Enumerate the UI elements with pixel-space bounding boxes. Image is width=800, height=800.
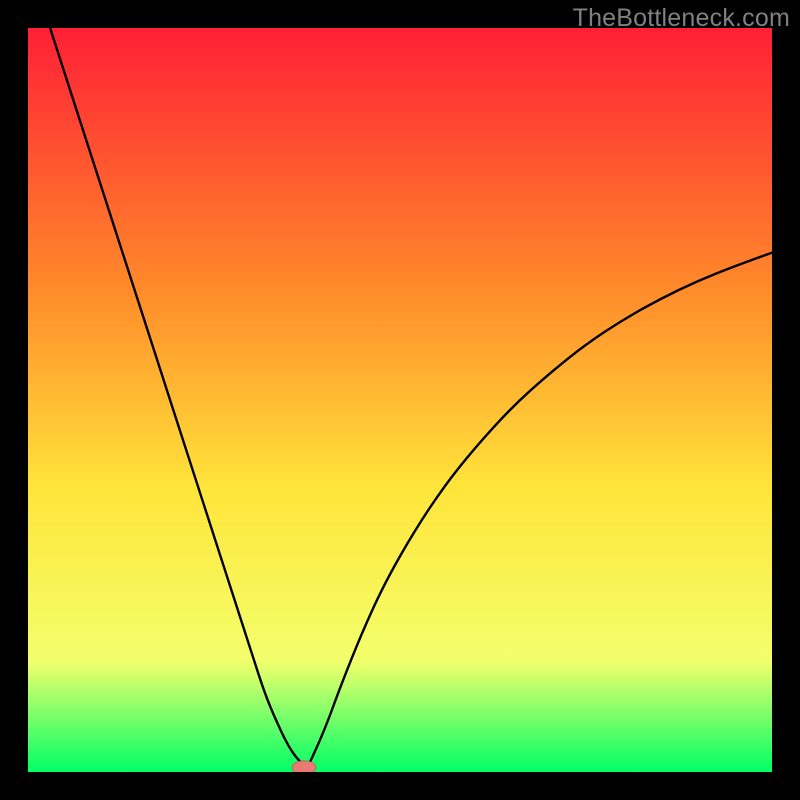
bottleneck-chart bbox=[28, 28, 772, 772]
gradient-background bbox=[28, 28, 772, 772]
chart-frame: TheBottleneck.com bbox=[0, 0, 800, 800]
plot-area bbox=[28, 28, 772, 772]
watermark-text: TheBottleneck.com bbox=[573, 4, 790, 33]
optimum-marker bbox=[292, 761, 316, 772]
